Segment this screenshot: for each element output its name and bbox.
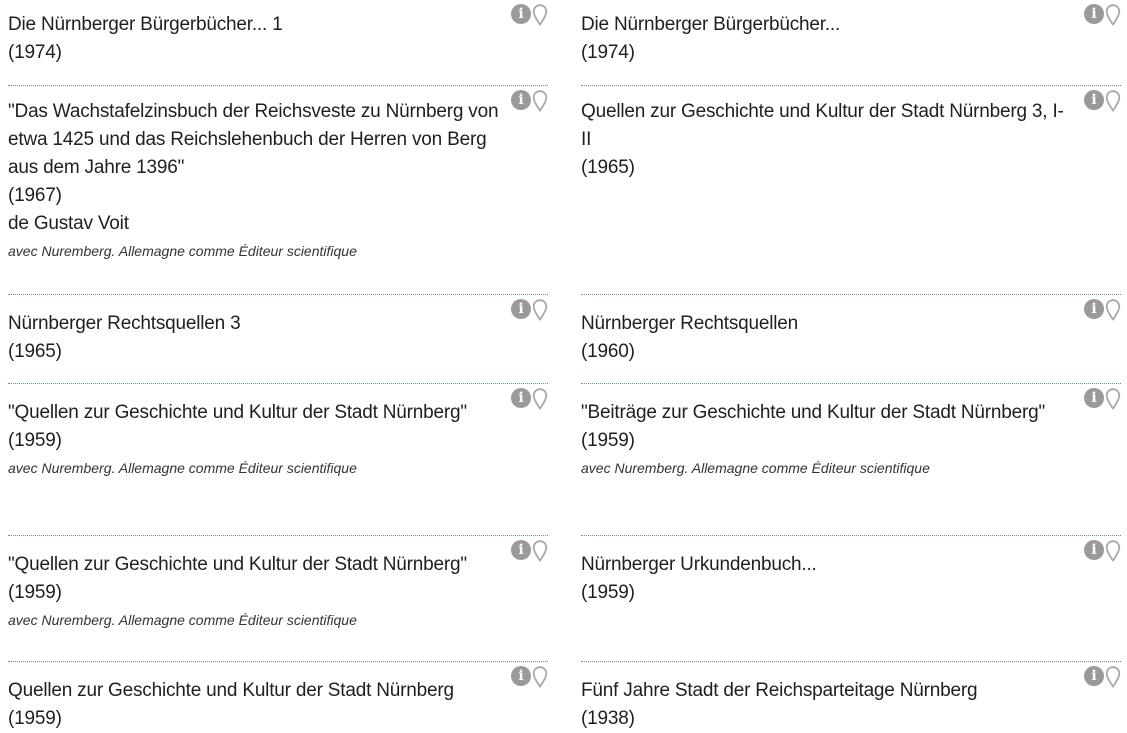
- list-item: i Nürnberger Rechtsquellen 3 (1965): [8, 295, 548, 384]
- info-icon[interactable]: i: [511, 90, 531, 110]
- entry-actions: i: [511, 90, 548, 112]
- entry-year: (1974): [581, 42, 635, 63]
- info-icon[interactable]: i: [1084, 666, 1104, 686]
- list-item: i Die Nürnberger Bürgerbücher... 1 (1974…: [8, 0, 548, 86]
- list-item: i Quellen zur Geschichte und Kultur der …: [8, 662, 548, 732]
- entry-year: (1960): [581, 341, 635, 362]
- entry-actions: i: [1084, 666, 1121, 688]
- map-pin-icon[interactable]: [1105, 4, 1121, 26]
- entry-year: (1967): [8, 185, 62, 206]
- map-pin-icon[interactable]: [1105, 299, 1121, 321]
- entry-title[interactable]: "Quellen zur Geschichte und Kultur der S…: [8, 399, 548, 427]
- map-pin-icon[interactable]: [532, 90, 548, 112]
- entry-actions: i: [511, 540, 548, 562]
- entry-year: (1959): [8, 708, 62, 729]
- entry-title[interactable]: Nürnberger Rechtsquellen: [581, 310, 1121, 338]
- entry-year: (1959): [8, 582, 62, 603]
- entry-contributor-note: avec Nuremberg. Allemagne comme Éditeur …: [8, 612, 357, 628]
- entry-contributor-note: avec Nuremberg. Allemagne comme Éditeur …: [581, 460, 930, 476]
- entry-year: (1974): [8, 42, 62, 63]
- entry-actions: i: [1084, 540, 1121, 562]
- entry-year: (1959): [581, 582, 635, 603]
- entry-title[interactable]: "Das Wachstafelzinsbuch der Reichsveste …: [8, 98, 548, 182]
- list-item: i "Das Wachstafelzinsbuch der Reichsvest…: [8, 86, 548, 295]
- list-item: i Nürnberger Rechtsquellen (1960): [581, 295, 1121, 384]
- entry-year: (1965): [8, 341, 62, 362]
- entry-year: (1959): [8, 430, 62, 451]
- info-icon[interactable]: i: [1084, 388, 1104, 408]
- list-item: i Nürnberger Urkundenbuch... (1959): [581, 536, 1121, 662]
- info-icon[interactable]: i: [1084, 540, 1104, 560]
- list-item: i Die Nürnberger Bürgerbücher... (1974): [581, 0, 1121, 86]
- entry-title[interactable]: Die Nürnberger Bürgerbücher... 1: [8, 11, 548, 39]
- list-item: i "Quellen zur Geschichte und Kultur der…: [8, 384, 548, 536]
- entry-contributor-note: avec Nuremberg. Allemagne comme Éditeur …: [8, 243, 357, 259]
- entry-title[interactable]: Quellen zur Geschichte und Kultur der St…: [8, 677, 548, 705]
- map-pin-icon[interactable]: [532, 666, 548, 688]
- list-item: i Quellen zur Geschichte und Kultur der …: [581, 86, 1121, 295]
- info-icon[interactable]: i: [511, 540, 531, 560]
- map-pin-icon[interactable]: [532, 299, 548, 321]
- entry-title[interactable]: Fünf Jahre Stadt der Reichsparteitage Nü…: [581, 677, 1121, 705]
- entry-title[interactable]: Die Nürnberger Bürgerbücher...: [581, 11, 1121, 39]
- info-icon[interactable]: i: [1084, 90, 1104, 110]
- map-pin-icon[interactable]: [1105, 540, 1121, 562]
- list-item: i Fünf Jahre Stadt der Reichsparteitage …: [581, 662, 1121, 732]
- info-icon[interactable]: i: [1084, 299, 1104, 319]
- map-pin-icon[interactable]: [532, 388, 548, 410]
- info-icon[interactable]: i: [511, 4, 531, 24]
- entry-actions: i: [1084, 299, 1121, 321]
- entry-actions: i: [511, 4, 548, 26]
- entry-title[interactable]: "Beiträge zur Geschichte und Kultur der …: [581, 399, 1121, 427]
- map-pin-icon[interactable]: [532, 4, 548, 26]
- results-column-left: i Die Nürnberger Bürgerbücher... 1 (1974…: [8, 0, 548, 732]
- entry-actions: i: [1084, 90, 1121, 112]
- entry-title[interactable]: "Quellen zur Geschichte und Kultur der S…: [8, 551, 548, 579]
- list-item: i "Quellen zur Geschichte und Kultur der…: [8, 536, 548, 662]
- info-icon[interactable]: i: [511, 388, 531, 408]
- entry-title[interactable]: Quellen zur Geschichte und Kultur der St…: [581, 98, 1121, 154]
- info-icon[interactable]: i: [511, 299, 531, 319]
- entry-contributor-note: avec Nuremberg. Allemagne comme Éditeur …: [8, 460, 357, 476]
- entry-year: (1965): [581, 157, 635, 178]
- info-icon[interactable]: i: [511, 666, 531, 686]
- map-pin-icon[interactable]: [1105, 90, 1121, 112]
- entry-year: (1959): [581, 430, 635, 451]
- map-pin-icon[interactable]: [1105, 388, 1121, 410]
- entry-actions: i: [511, 666, 548, 688]
- results-column-right: i Die Nürnberger Bürgerbücher... (1974) …: [581, 0, 1121, 732]
- entry-year: (1938): [581, 708, 635, 729]
- entry-actions: i: [1084, 388, 1121, 410]
- entry-actions: i: [511, 299, 548, 321]
- list-item: i "Beiträge zur Geschichte und Kultur de…: [581, 384, 1121, 536]
- entry-author[interactable]: de Gustav Voit: [8, 210, 548, 238]
- entry-title[interactable]: Nürnberger Urkundenbuch...: [581, 551, 1121, 579]
- entry-title[interactable]: Nürnberger Rechtsquellen 3: [8, 310, 548, 338]
- map-pin-icon[interactable]: [532, 540, 548, 562]
- entry-actions: i: [1084, 4, 1121, 26]
- entry-actions: i: [511, 388, 548, 410]
- map-pin-icon[interactable]: [1105, 666, 1121, 688]
- results-grid: i Die Nürnberger Bürgerbücher... 1 (1974…: [0, 0, 1127, 733]
- info-icon[interactable]: i: [1084, 4, 1104, 24]
